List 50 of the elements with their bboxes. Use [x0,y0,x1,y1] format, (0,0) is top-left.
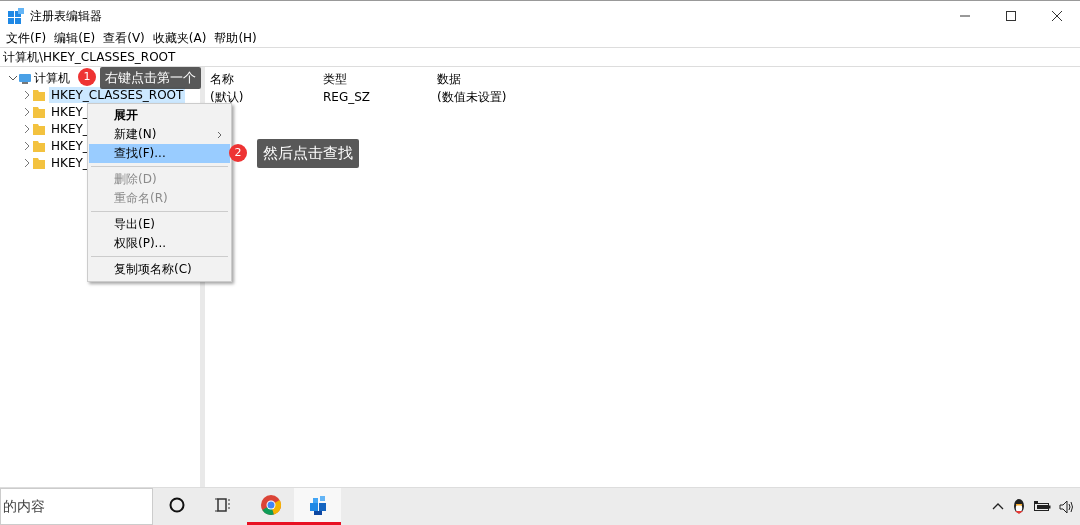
menu-item[interactable]: 查看(V) [99,30,149,47]
step-badge: 1 [78,68,96,86]
menu-item[interactable]: 文件(F) [2,30,51,47]
column-header[interactable]: 名称 [210,70,323,88]
expand-chevron-icon[interactable] [22,140,32,151]
expand-chevron-icon[interactable] [22,157,32,168]
folder-icon [32,138,46,153]
expand-chevron-icon[interactable] [22,123,32,134]
menu-item[interactable]: 复制项名称(C) [89,260,230,279]
menu-item[interactable]: 查找(F)... [89,144,230,163]
circle-icon [167,496,186,514]
registry-icon [307,494,328,516]
expand-chevron-icon[interactable] [22,89,32,100]
expand-chevron-icon[interactable] [22,106,32,117]
table-cell-text: REG_SZ [323,89,372,106]
menu-item[interactable]: 编辑(E) [50,30,100,47]
menu-item[interactable]: 新建(N) [89,125,230,144]
folder-icon [32,121,46,136]
menu-item[interactable]: 收藏夹(A) [148,30,211,47]
tree-item[interactable]: 计算机 [32,69,72,86]
menu-item[interactable]: 帮助(H) [210,30,261,47]
search-field[interactable]: 的内容 [0,488,153,525]
folder-icon [32,155,46,170]
browser-icon [259,494,282,516]
tree-item[interactable]: HKEY_ [49,154,91,171]
battery-icon[interactable] [1034,501,1051,512]
tree-item[interactable]: HKEY_ [49,120,91,137]
caret-up-icon[interactable] [992,502,1004,511]
tree-item[interactable]: HKEY_ [49,137,91,154]
close-icon [1052,10,1062,21]
folder-icon [32,104,46,119]
window-title: 注册表编辑器 [30,7,102,25]
table-cell-text: (默认) [210,89,245,106]
maximize-icon [1006,10,1016,21]
menu-item[interactable]: 权限(P)... [89,234,230,253]
table-cell-text: (数值未设置) [437,89,508,106]
callout-tooltip: 然后点击查找 [257,139,359,168]
registry-icon [8,7,24,24]
folder-icon [32,87,46,102]
menu-item[interactable]: 导出(E) [89,215,230,234]
task-view-icon [214,496,233,514]
column-header[interactable]: 类型 [323,70,437,88]
penguin-icon[interactable] [1012,498,1026,515]
volume-icon[interactable] [1059,499,1074,514]
address-bar[interactable]: 计算机\HKEY_CLASSES_ROOT [0,47,1080,67]
step-badge: 2 [229,144,247,162]
tree-item[interactable]: HKEY_ [49,103,91,120]
column-header[interactable]: 数据 [437,70,637,88]
menu-item[interactable]: 展开 [89,106,230,125]
callout-tooltip: 右键点击第一个 [100,67,201,89]
